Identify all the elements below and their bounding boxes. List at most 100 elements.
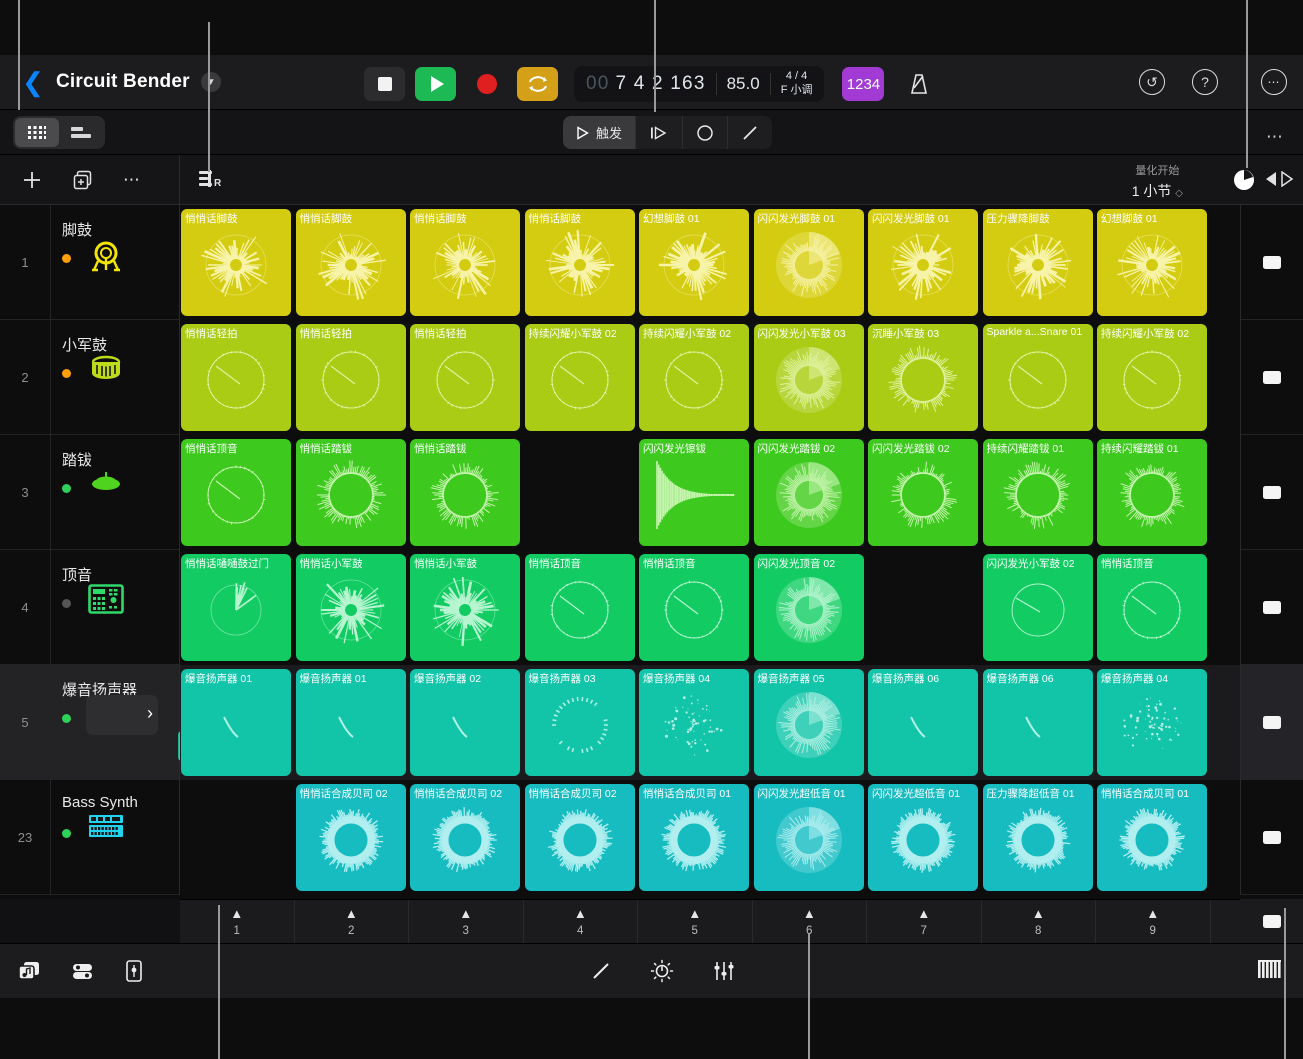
plus-icon[interactable] [21,169,43,191]
record-button[interactable] [466,67,507,101]
pencil-icon[interactable] [590,960,612,982]
stop-button[interactable] [1263,715,1281,729]
clip-cell[interactable]: 悄悄话脚鼓 [410,209,520,316]
clip-cell[interactable]: 爆音扬声器 02 [410,669,520,776]
track-instrument-icon[interactable] [88,469,124,500]
stop-all-button[interactable] [1262,914,1281,928]
record-list-icon[interactable]: R [198,167,224,191]
track-header[interactable]: 1 脚鼓 [0,205,179,320]
clip-cell[interactable]: 爆音扬声器 04 [1097,669,1207,776]
ellipsis-icon[interactable]: ⋯ [123,170,142,190]
track-header[interactable]: 23 Bass Synth [0,780,179,895]
track-instrument-icon[interactable] [88,354,124,389]
clip-cell[interactable]: 悄悄话脚鼓 [181,209,291,316]
clip-cell[interactable]: 闪闪发光超低音 01 [753,784,864,891]
track-header[interactable]: 5 爆音扬声器 › [0,665,214,780]
plugin-icon[interactable] [124,959,144,983]
clip-cell[interactable]: 幻想脚鼓 01 [639,209,749,316]
track-status-dot[interactable] [62,829,71,838]
clip-cell[interactable]: 悄悄话轻拍 [410,324,520,431]
track-status-dot[interactable] [62,254,71,263]
clip-cell[interactable]: 闪闪发光踏钹 02 [868,439,978,546]
clip-cell[interactable]: 闪闪发光顶音 02 [753,554,864,661]
track-stop-cell[interactable] [1241,435,1303,550]
scene-cell[interactable]: ▲ 5 [638,900,753,943]
clip-cell[interactable]: 闪闪发光小军鼓 02 [982,554,1093,661]
chevron-right-icon[interactable]: › [147,703,153,724]
clip-cell[interactable]: 悄悄话踏钹 [295,439,406,546]
clip-cell[interactable]: 持续闪耀小军鼓 02 [524,324,635,431]
clip-cell[interactable]: 爆音扬声器 05 [753,669,864,776]
scene-cell[interactable]: ▲ 4 [524,900,638,943]
clip-cell[interactable]: 悄悄话脚鼓 [524,209,635,316]
clip-cell[interactable]: 悄悄话轻拍 [181,324,291,431]
scene-cell[interactable]: ▲ 7 [867,900,982,943]
scene-cell[interactable]: ▲ 1 [180,900,295,943]
quantize-start-control[interactable]: 量化开始 1 小节 ◇ [1132,162,1183,201]
faders-icon[interactable] [712,960,736,982]
clip-cell[interactable]: 悄悄话合成贝司 02 [410,784,520,891]
track-status-dot[interactable] [62,714,71,723]
clip-cell[interactable]: 悄悄话脚鼓 [295,209,406,316]
track-instrument-icon[interactable] [88,584,124,619]
clip-cell[interactable] [525,439,635,546]
clip-cell[interactable] [868,554,978,661]
clip-cell[interactable]: 爆音扬声器 01 [295,669,406,776]
clip-cell[interactable]: 悄悄话合成贝司 02 [295,784,406,891]
clip-cell[interactable]: 爆音扬声器 06 [868,669,978,776]
track-instrument-icon[interactable] [88,239,124,280]
clip-cell[interactable]: 沉睡小军鼓 03 [868,324,978,431]
clip-cell[interactable]: 悄悄话合成贝司 01 [639,784,749,891]
clip-cell[interactable]: 悄悄话轻拍 [295,324,406,431]
stop-button[interactable] [1263,255,1281,269]
tab-step-play[interactable] [636,116,684,149]
clip-cell[interactable]: 压力骤降超低音 01 [982,784,1093,891]
clip-cell[interactable]: 悄悄话小军鼓 [410,554,520,661]
tab-record-circle[interactable] [683,116,729,149]
tab-pencil[interactable] [728,116,772,149]
clip-cell[interactable]: 闪闪发光脚鼓 01 [753,209,864,316]
quantize-pie-icon[interactable] [1233,169,1255,196]
track-stop-cell[interactable] [1241,550,1303,665]
stop-button[interactable] [1263,485,1281,499]
back-button[interactable]: ❮ [20,69,46,95]
track-instrument-box[interactable]: › [86,695,214,761]
automation-icon[interactable] [650,959,674,983]
scene-cell[interactable]: ▲ 3 [409,900,524,943]
track-stop-cell[interactable] [1241,780,1303,895]
clip-cell[interactable]: 悄悄话顶音 [181,439,291,546]
clip-cell[interactable]: 持续闪耀小军鼓 02 [1097,324,1207,431]
ellipsis-icon[interactable]: ⋯ [1266,127,1285,147]
clip-cell[interactable] [181,784,291,891]
track-header[interactable]: 3 踏钹 [0,435,179,550]
cycle-button[interactable] [517,67,558,101]
scene-cell[interactable]: ▲ 8 [982,900,1096,943]
clip-cell[interactable]: 幻想脚鼓 01 [1097,209,1207,316]
mixer-icon[interactable] [70,960,96,982]
track-stop-cell[interactable] [1241,205,1303,320]
stop-button[interactable] [1263,600,1281,614]
clip-cell[interactable]: 悄悄话顶音 [524,554,635,661]
clip-cell[interactable]: 持续闪耀小军鼓 02 [639,324,749,431]
loops-browser-icon[interactable] [16,960,42,982]
clip-cell[interactable]: 悄悄话嗵嗵鼓过门 [181,554,291,661]
grid-view-icon[interactable] [15,118,59,147]
track-status-dot[interactable] [62,599,71,608]
track-status-dot[interactable] [62,369,71,378]
track-header[interactable]: 2 小军鼓 [0,320,179,435]
clip-cell[interactable]: 爆音扬声器 01 [181,669,291,776]
clip-cell[interactable]: 闪闪发光踏钹 02 [753,439,864,546]
clip-cell[interactable]: 爆音扬声器 06 [982,669,1093,776]
more-circle-icon[interactable]: ⋯ [1261,69,1287,95]
scene-cell[interactable]: ▲ 2 [295,900,409,943]
play-stop-icon[interactable] [1263,171,1295,187]
clip-cell[interactable]: 持续闪耀踏钹 01 [1097,439,1207,546]
duplicate-icon[interactable] [72,169,94,191]
track-stop-cell[interactable] [1241,320,1303,435]
clip-cell[interactable]: Sparkle a...Snare 01 [982,324,1093,431]
scene-cell[interactable]: ▲ 9 [1096,900,1211,943]
track-status-dot[interactable] [62,484,71,493]
track-instrument-icon[interactable] [88,814,124,843]
tracks-view-icon[interactable] [59,118,103,147]
clip-cell[interactable]: 爆音扬声器 03 [524,669,635,776]
